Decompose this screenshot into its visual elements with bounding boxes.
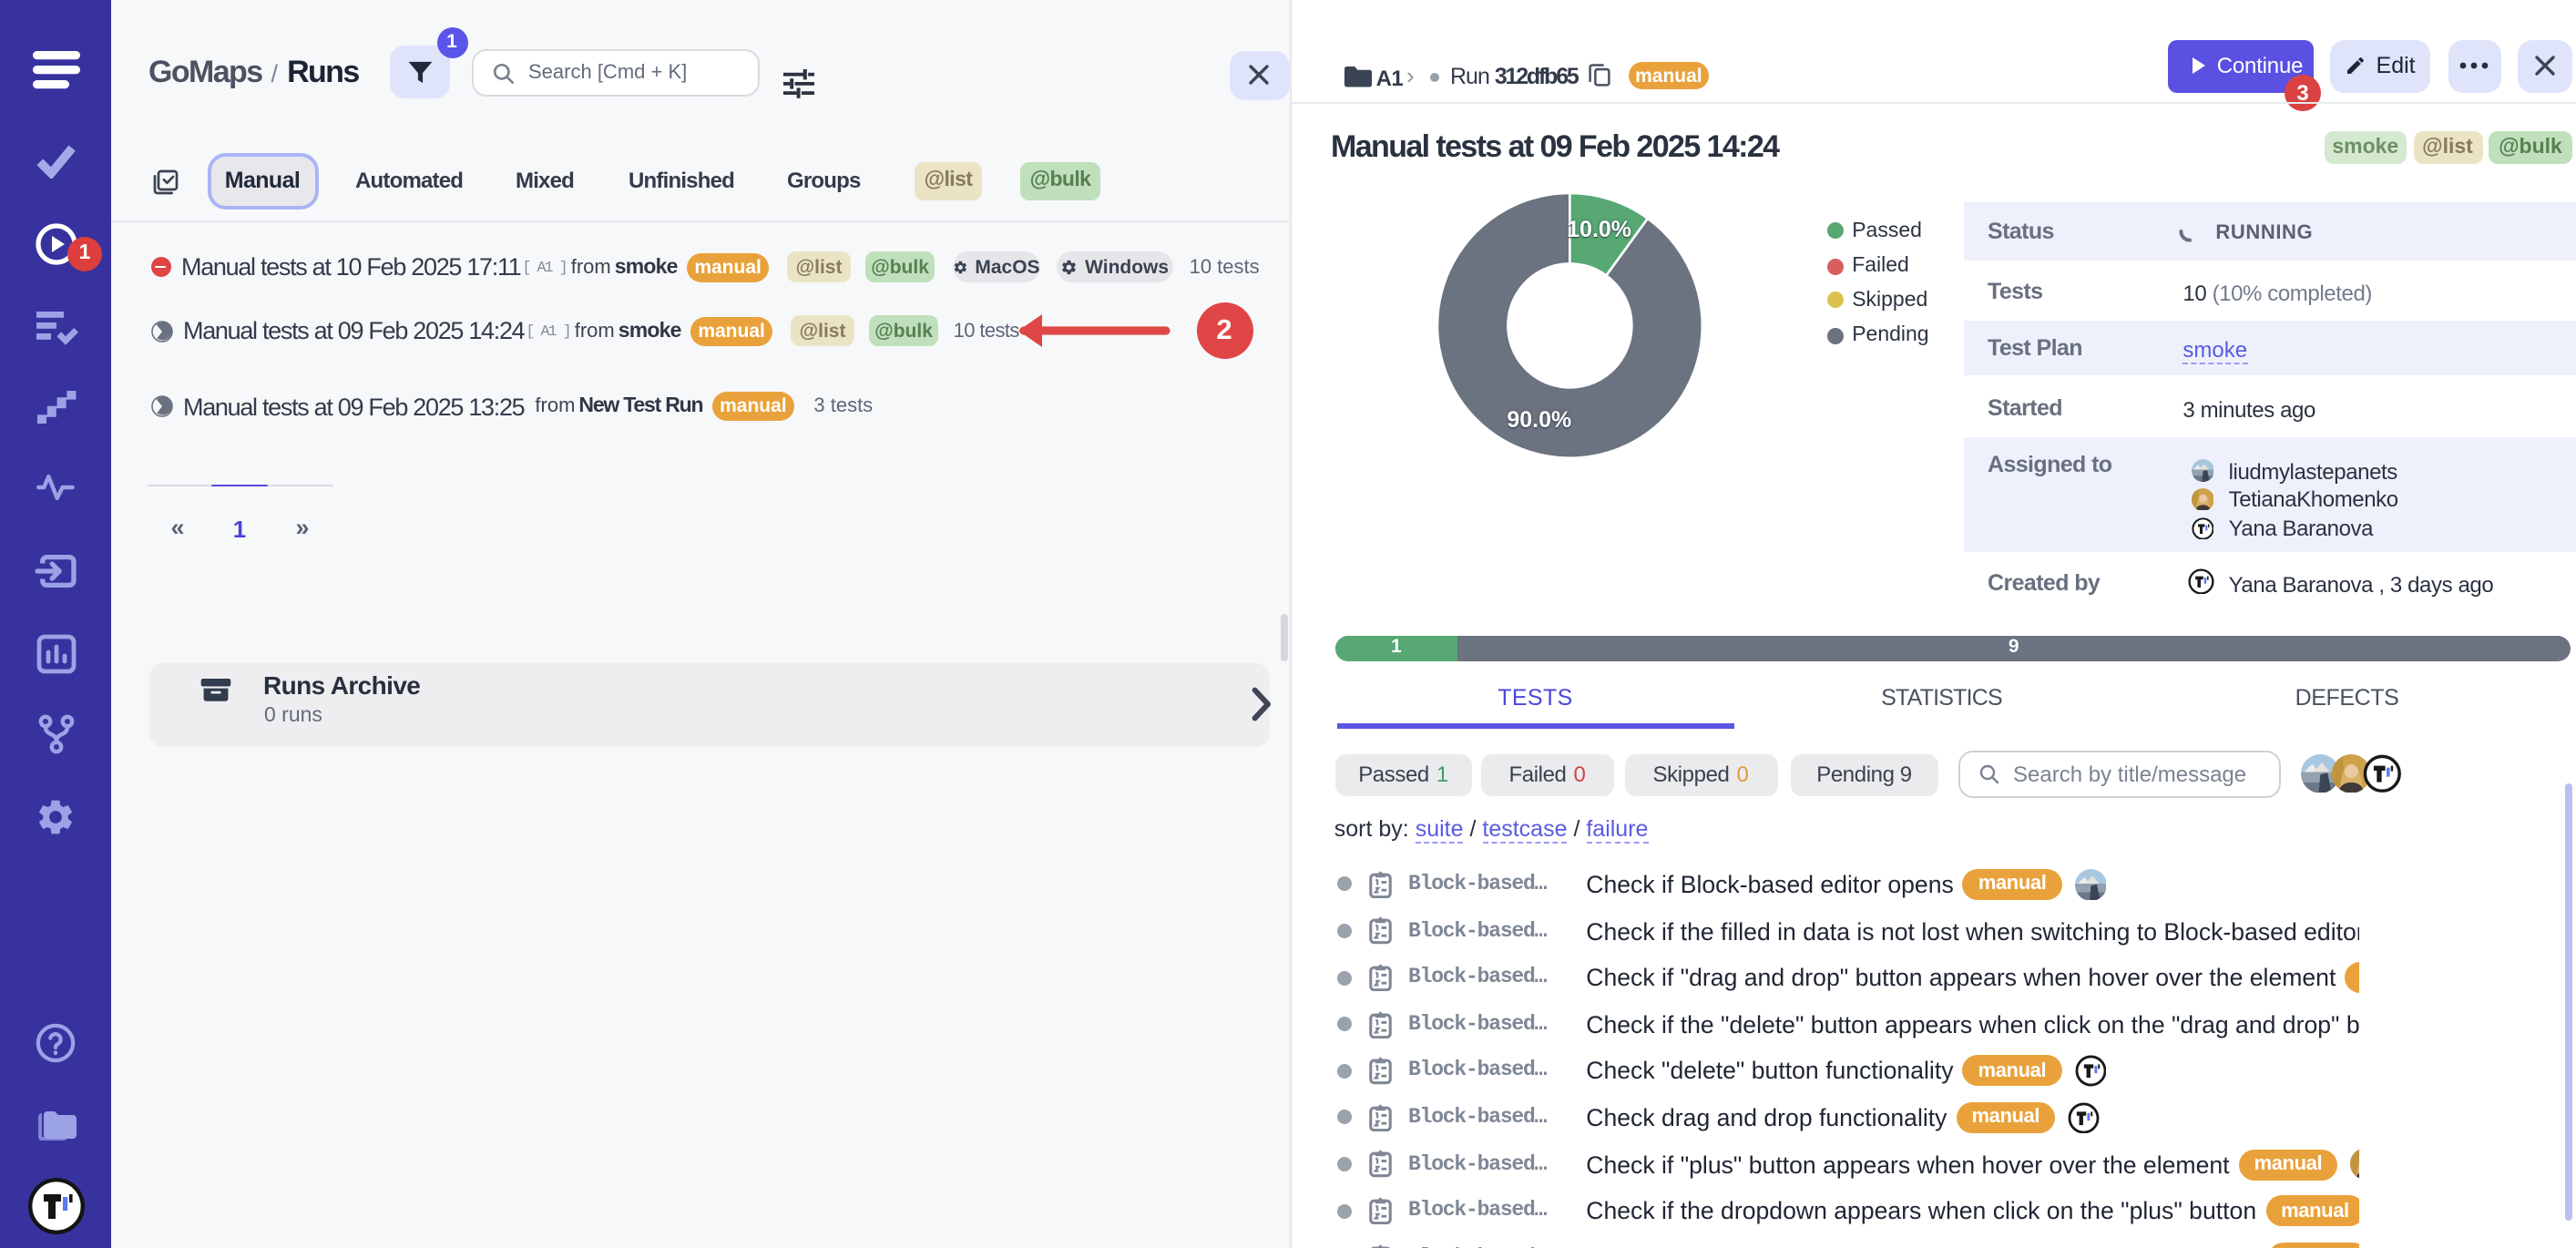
svg-text:10.0%: 10.0%	[1568, 217, 1632, 242]
svg-text:90.0%: 90.0%	[1508, 407, 1572, 433]
